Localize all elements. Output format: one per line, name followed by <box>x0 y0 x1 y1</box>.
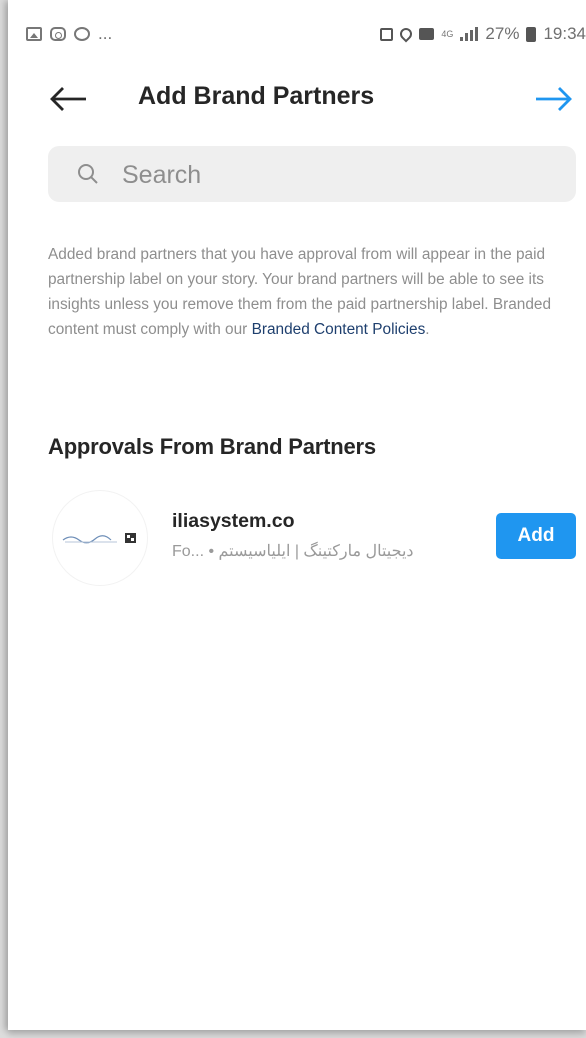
status-bar: ... 4G 27% 19:34 <box>8 16 586 52</box>
partner-username[interactable]: iliasystem.co <box>172 510 294 533</box>
clock: 19:34 <box>543 24 586 43</box>
partner-subtitle: Fo... • دیجیتال مارکتینگ | ایلیاسیستم <box>172 543 414 560</box>
whatsapp-icon <box>74 27 90 41</box>
top-app-bar: Add Brand Partners <box>8 70 586 128</box>
search-bar[interactable] <box>48 146 576 204</box>
search-input[interactable] <box>120 146 564 204</box>
branded-content-policies-link[interactable]: Branded Content Policies <box>252 321 426 338</box>
avatar[interactable] <box>52 490 148 586</box>
page-title: Add Brand Partners <box>138 82 375 110</box>
section-title: Approvals From Brand Partners <box>48 434 376 459</box>
arrow-left-icon <box>50 87 86 111</box>
lock-icon <box>380 27 394 41</box>
gallery-icon <box>26 27 42 41</box>
battery-icon <box>526 26 537 42</box>
add-button[interactable]: Add <box>496 513 576 559</box>
status-more: ... <box>98 24 113 43</box>
status-right: 4G 27% 19:34 <box>380 24 586 44</box>
brand-logo-icon <box>62 533 136 544</box>
description: Added brand partners that you have appro… <box>48 242 576 342</box>
description-end: . <box>425 321 430 338</box>
next-button[interactable] <box>530 84 576 114</box>
search-icon <box>78 164 98 184</box>
partner-row: iliasystem.co Fo... • دیجیتال مارکتینگ |… <box>8 486 586 586</box>
signal-icon <box>460 27 479 41</box>
phone-screen: ... 4G 27% 19:34 Add Brand Partners Sear… <box>8 0 586 1030</box>
mail-icon <box>419 28 435 40</box>
status-left: ... <box>26 24 112 44</box>
arrow-right-icon <box>536 87 572 111</box>
network-type: 4G <box>441 28 454 39</box>
back-button[interactable] <box>48 84 92 114</box>
instagram-icon <box>50 27 66 41</box>
location-icon <box>397 25 415 43</box>
battery-percent: 27% <box>485 24 520 43</box>
